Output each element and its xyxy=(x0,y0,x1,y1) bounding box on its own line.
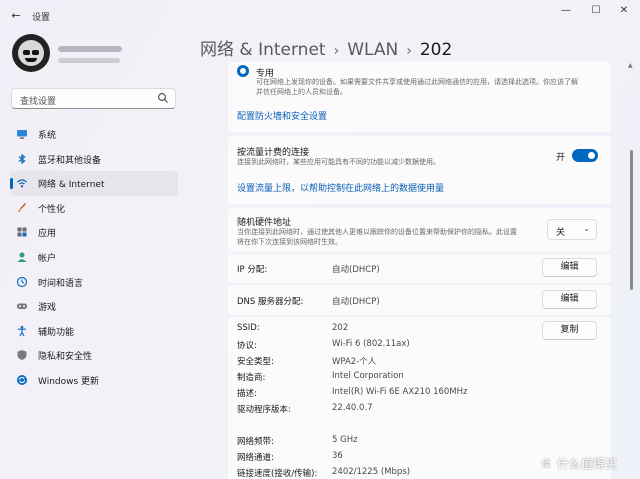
ip-assignment-value: 自动(DHCP) xyxy=(332,265,380,275)
chevron-down-icon: ⌄ xyxy=(583,224,590,233)
prop-value: 5 GHz xyxy=(332,435,358,445)
gamepad-icon xyxy=(17,303,27,310)
random-mac-value: 关 xyxy=(556,228,566,238)
metered-connection-card: 按流量计费的连接 连接到此网络时，某些应用可能具有不同的功能以减少数据使用。 设… xyxy=(228,136,611,204)
bluetooth-icon xyxy=(18,153,26,164)
user-email-redacted xyxy=(58,58,120,63)
edit-ip-button[interactable]: 编辑 xyxy=(542,258,597,277)
prop-value: 2402/1225 (Mbps) xyxy=(332,467,411,477)
settings-content: 专用 可在网络上发现你的设备。如果需要文件共享或使用通过此网络通信的应用，请选择… xyxy=(228,62,611,479)
maximize-button[interactable]: ☐ xyxy=(586,4,606,18)
scrollbar-thumb[interactable] xyxy=(630,150,633,290)
edit-dns-button[interactable]: 编辑 xyxy=(542,290,597,309)
metered-toggle[interactable] xyxy=(572,149,598,162)
metered-toggle-label: 开 xyxy=(556,153,566,163)
scroll-up-arrow-icon[interactable]: ▲ xyxy=(628,62,633,69)
prop-value: Intel(R) Wi-Fi 6E AX210 160MHz xyxy=(332,387,468,397)
prop-label: 描述: xyxy=(237,389,257,399)
prop-value: Wi-Fi 6 (802.11ax) xyxy=(332,339,410,349)
prop-label: SSID: xyxy=(237,323,260,333)
prop-value: 202 xyxy=(332,323,349,333)
random-mac-select[interactable]: 关 ⌄ xyxy=(547,219,597,240)
page-title: 202 xyxy=(419,40,453,60)
sidebar-item-bluetooth[interactable]: 蓝牙和其他设备 xyxy=(10,147,178,172)
prop-label: 安全类型: xyxy=(237,357,274,367)
watermark: 值什么值得买 xyxy=(538,455,617,472)
prop-value: WPA2-个人 xyxy=(332,357,377,367)
app-title: 设置 xyxy=(32,13,51,23)
watermark-logo-icon: 值 xyxy=(538,455,554,471)
prop-label: 网络频带: xyxy=(237,437,274,447)
ip-assignment-label: IP 分配: xyxy=(237,265,268,275)
breadcrumb-separator: › xyxy=(333,43,340,59)
search-box[interactable]: 查找设置 xyxy=(11,88,176,109)
sidebar-item-apps[interactable]: 应用 xyxy=(10,220,178,245)
prop-value: 22.40.0.7 xyxy=(332,403,373,413)
sidebar-nav: 系统 蓝牙和其他设备 网络 & Internet 个性化 应用 帐户 时间和语言… xyxy=(10,122,178,393)
private-profile-radio[interactable] xyxy=(237,65,249,77)
random-mac-desc: 当你连接到此网络时，通过使其他人更难以跟踪你的设备位置来帮助保护你的隐私。此设置 xyxy=(237,228,517,236)
private-profile-desc-2: 并信任网络上的人员和设备。 xyxy=(256,88,347,96)
prop-label: 制造商: xyxy=(237,373,266,383)
dns-assignment-value: 自动(DHCP) xyxy=(332,297,380,307)
avatar-face-icon xyxy=(18,40,44,66)
close-button[interactable]: ✕ xyxy=(614,4,634,18)
prop-label: 协议: xyxy=(237,341,257,351)
breadcrumb-wlan[interactable]: WLAN xyxy=(347,40,398,60)
data-limit-link[interactable]: 设置流量上限，以帮助控制在此网络上的数据使用量 xyxy=(237,181,444,194)
firewall-settings-link[interactable]: 配置防火墙和安全设置 xyxy=(237,109,327,122)
sidebar-item-gaming[interactable]: 游戏 xyxy=(10,294,178,319)
copy-properties-button[interactable]: 复制 xyxy=(542,321,597,340)
sidebar-item-windows-update[interactable]: Windows 更新 xyxy=(10,368,178,393)
avatar[interactable] xyxy=(12,34,50,72)
search-placeholder: 查找设置 xyxy=(20,97,57,107)
sidebar-item-network[interactable]: 网络 & Internet xyxy=(10,171,178,196)
breadcrumb-network[interactable]: 网络 & Internet xyxy=(200,40,326,60)
breadcrumb: 网络 & Internet › WLAN › 202 xyxy=(200,35,452,60)
sidebar-item-time-language[interactable]: 时间和语言 xyxy=(10,270,178,295)
globe-clock-icon xyxy=(16,276,28,287)
wifi-icon xyxy=(17,179,27,188)
title-bar: ← 设置 — ☐ ✕ xyxy=(0,0,640,30)
sidebar-item-accessibility[interactable]: 辅助功能 xyxy=(10,319,178,344)
apps-icon xyxy=(17,227,27,237)
person-icon xyxy=(17,252,27,262)
dns-assignment-label: DNS 服务器分配: xyxy=(237,297,304,307)
back-button[interactable]: ← xyxy=(8,8,24,24)
accessibility-icon xyxy=(18,325,26,337)
prop-label: 网络通道: xyxy=(237,453,274,463)
prop-label: 驱动程序版本: xyxy=(237,405,291,415)
sidebar-item-system[interactable]: 系统 xyxy=(10,122,178,147)
network-profile-card: 专用 可在网络上发现你的设备。如果需要文件共享或使用通过此网络通信的应用，请选择… xyxy=(228,62,611,132)
metered-desc: 连接到此网络时，某些应用可能具有不同的功能以减少数据使用。 xyxy=(237,158,440,166)
prop-value: Intel Corporation xyxy=(332,371,404,381)
shield-icon xyxy=(17,350,27,361)
toggle-knob xyxy=(588,152,595,159)
svg-text:值: 值 xyxy=(541,458,550,470)
user-name-redacted xyxy=(58,46,122,52)
brush-icon xyxy=(18,202,27,213)
sidebar-item-privacy[interactable]: 隐私和安全性 xyxy=(10,343,178,368)
prop-label: 链接速度(接收/传输): xyxy=(237,469,318,479)
minimize-button[interactable]: — xyxy=(556,4,576,18)
private-profile-desc: 可在网络上发现你的设备。如果需要文件共享或使用通过此网络通信的应用，请选择此选项… xyxy=(256,78,578,86)
prop-value: 36 xyxy=(332,451,343,461)
sidebar-item-accounts[interactable]: 帐户 xyxy=(10,245,178,270)
sidebar-item-personalization[interactable]: 个性化 xyxy=(10,196,178,221)
monitor-icon xyxy=(17,130,27,139)
watermark-text: 什么值得买 xyxy=(557,457,618,471)
random-mac-desc-2: 将在你下次连接到该网络时生效。 xyxy=(237,238,342,246)
breadcrumb-separator: › xyxy=(406,43,412,59)
search-icon[interactable] xyxy=(157,92,169,104)
sync-icon xyxy=(17,374,27,385)
